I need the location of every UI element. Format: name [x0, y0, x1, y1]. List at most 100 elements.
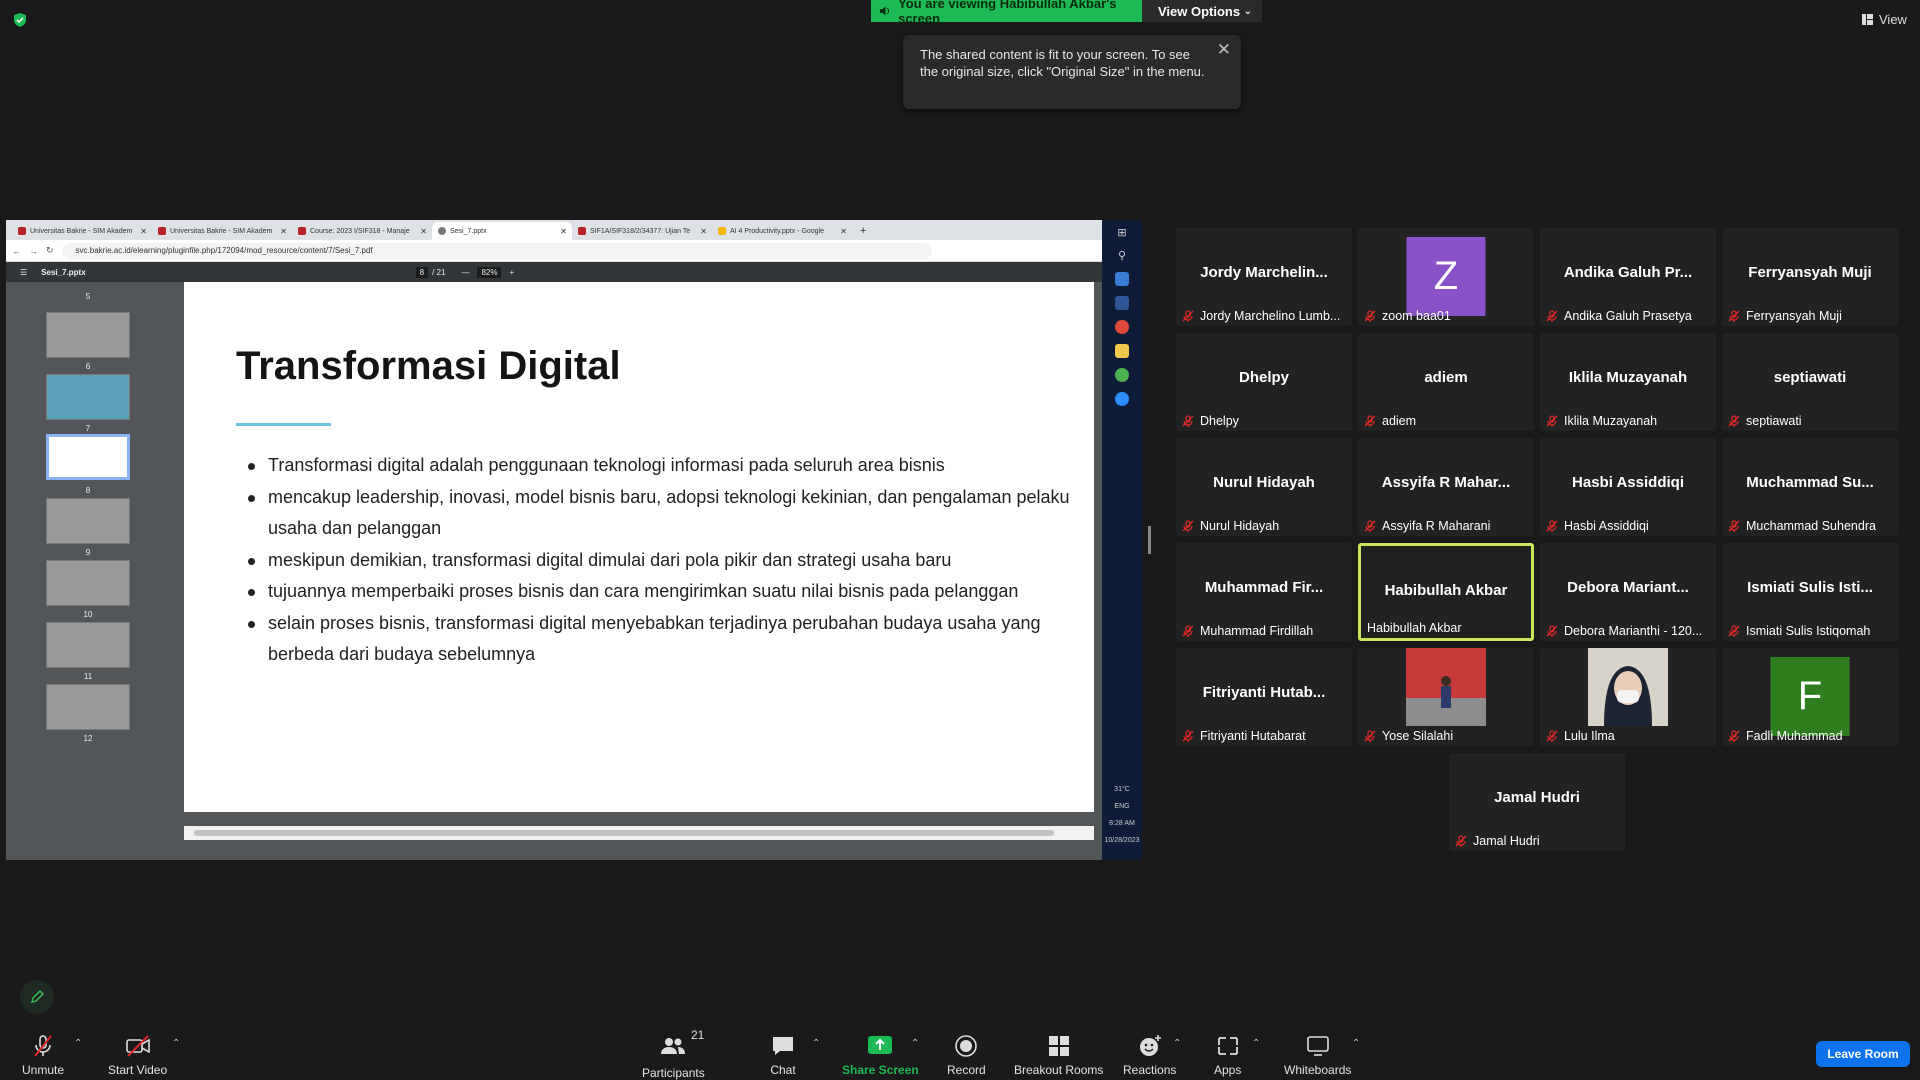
participant-tile[interactable]: Debora Mariant... Debora Marianthi - 120.…: [1540, 543, 1716, 641]
chrome-icon[interactable]: [1115, 320, 1129, 334]
close-icon[interactable]: ✕: [280, 227, 287, 236]
participant-tile[interactable]: adiem adiem: [1358, 333, 1534, 431]
close-icon[interactable]: ✕: [560, 227, 567, 236]
slide-thumbnail[interactable]: [46, 498, 130, 544]
browser-tab[interactable]: SIF1A/SIF318/2/34377: Ujian Te ✕: [572, 222, 712, 240]
chrome-icon[interactable]: [1115, 368, 1129, 382]
favicon-icon: [578, 227, 586, 235]
chevron-up-icon[interactable]: ⌃: [1352, 1038, 1360, 1049]
close-icon[interactable]: ✕: [700, 227, 707, 236]
search-icon[interactable]: ⚲: [1118, 249, 1126, 262]
participant-tile[interactable]: Ferryansyah Muji Ferryansyah Muji: [1722, 228, 1898, 326]
forward-icon[interactable]: →: [29, 246, 38, 256]
chevron-up-icon[interactable]: ⌃: [172, 1038, 180, 1049]
chevron-up-icon[interactable]: ⌃: [1252, 1038, 1260, 1049]
leave-room-button[interactable]: Leave Room: [1816, 1041, 1910, 1067]
participant-tile[interactable]: Ismiati Sulis Isti... Ismiati Sulis Istiq…: [1722, 543, 1898, 641]
page-input[interactable]: 8: [415, 266, 429, 278]
scrollbar-thumb[interactable]: [194, 830, 1054, 836]
participant-tile[interactable]: Yose Silalahi: [1358, 648, 1534, 746]
record-label: Record: [947, 1063, 986, 1077]
slide-thumbnail[interactable]: [46, 374, 130, 420]
participant-name-label: Ferryansyah Muji: [1728, 309, 1842, 323]
slide-thumbnail[interactable]: [46, 312, 130, 358]
windows-start-icon[interactable]: ⊞: [1117, 226, 1126, 239]
word-icon[interactable]: [1115, 296, 1129, 310]
menu-icon[interactable]: ☰: [20, 268, 27, 277]
participant-tile[interactable]: F Fadli Muhammad: [1722, 648, 1898, 746]
chevron-up-icon[interactable]: ⌃: [74, 1038, 82, 1049]
annotate-button[interactable]: [20, 980, 54, 1014]
participant-tile-active-speaker[interactable]: Habibullah Akbar Habibullah Akbar: [1358, 543, 1534, 641]
microphone-muted-icon: [1455, 835, 1467, 847]
slide-thumbnail[interactable]: [46, 560, 130, 606]
chevron-up-icon[interactable]: ⌃: [1173, 1038, 1181, 1049]
participant-tile[interactable]: Nurul Hidayah Nurul Hidayah: [1176, 438, 1352, 536]
apps-button[interactable]: Apps: [1214, 1034, 1241, 1077]
thumbnail-number: 7: [85, 424, 91, 433]
slide-thumbnail[interactable]: [46, 622, 130, 668]
browser-tab[interactable]: Universitas Bakrie - SIM Akadem ✕: [12, 222, 152, 240]
tab-label: Sesi_7.pptx: [450, 227, 487, 235]
participant-tile[interactable]: Lulu Ilma: [1540, 648, 1716, 746]
new-tab-button[interactable]: +: [852, 225, 874, 240]
slide-thumbnail[interactable]: [46, 684, 130, 730]
microphone-muted-icon: [1182, 730, 1194, 742]
close-icon[interactable]: ✕: [1217, 41, 1231, 58]
close-icon[interactable]: ✕: [840, 227, 847, 236]
start-video-button[interactable]: Start Video: [108, 1034, 167, 1077]
back-icon[interactable]: ←: [12, 246, 21, 256]
browser-tab[interactable]: AI 4 Productivity.pptx - Google ✕: [712, 222, 852, 240]
participant-tile[interactable]: Jamal Hudri Jamal Hudri: [1449, 753, 1625, 851]
language-indicator[interactable]: ENG: [1114, 803, 1129, 810]
url-bar[interactable]: svc.bakrie.ac.id/elearning/pluginfile.ph…: [61, 242, 932, 259]
participants-button[interactable]: 21 Participants: [642, 1028, 705, 1080]
participant-tile[interactable]: Hasbi Assiddiqi Hasbi Assiddiqi: [1540, 438, 1716, 536]
gallery-resize-handle[interactable]: [1148, 526, 1151, 554]
participant-label-text: adiem: [1382, 414, 1417, 428]
chat-button[interactable]: Chat: [770, 1034, 796, 1077]
participant-tile[interactable]: septiawati septiawati: [1722, 333, 1898, 431]
participant-name-label: Debora Marianthi - 120...: [1546, 624, 1702, 638]
reload-icon[interactable]: ↻: [46, 245, 54, 256]
view-options-button[interactable]: View Options ⌄: [1142, 0, 1262, 22]
participant-name-label: Fitriyanti Hutabarat: [1182, 729, 1306, 743]
record-button[interactable]: Record: [947, 1034, 986, 1077]
whiteboard-icon: [1306, 1036, 1329, 1056]
participant-tile[interactable]: Andika Galuh Pr... Andika Galuh Prasetya: [1540, 228, 1716, 326]
folder-icon[interactable]: [1115, 344, 1129, 358]
browser-tab[interactable]: Course: 2023 I/SIF318 - Manaje ✕: [292, 222, 432, 240]
browser-tab-active[interactable]: Sesi_7.pptx ✕: [432, 222, 572, 240]
close-icon[interactable]: ✕: [420, 227, 427, 236]
reactions-icon: [1139, 1035, 1161, 1056]
favicon-icon: [158, 227, 166, 235]
shield-icon[interactable]: [12, 12, 28, 28]
reactions-button[interactable]: Reactions: [1123, 1034, 1176, 1077]
slide-thumbnail-selected[interactable]: [46, 434, 130, 480]
chevron-down-icon: ⌄: [1243, 5, 1252, 17]
share-screen-button[interactable]: Share Screen: [842, 1034, 919, 1077]
participant-tile[interactable]: Dhelpy Dhelpy: [1176, 333, 1352, 431]
participant-tile[interactable]: Assyifa R Mahar... Assyifa R Maharani: [1358, 438, 1534, 536]
breakout-rooms-button[interactable]: Breakout Rooms: [1014, 1034, 1103, 1077]
participant-tile[interactable]: Muhammad Fir... Muhammad Firdillah: [1176, 543, 1352, 641]
chevron-up-icon[interactable]: ⌃: [812, 1038, 820, 1049]
whiteboards-button[interactable]: Whiteboards: [1284, 1034, 1351, 1077]
zoom-icon[interactable]: [1115, 392, 1129, 406]
chevron-up-icon[interactable]: ⌃: [911, 1038, 919, 1049]
participant-tile[interactable]: Jordy Marchelin... Jordy Marchelino Lumb.…: [1176, 228, 1352, 326]
participant-tile[interactable]: Zzoom baa01: [1358, 228, 1534, 326]
participant-tile[interactable]: Muchammad Su... Muchammad Suhendra: [1722, 438, 1898, 536]
view-button[interactable]: View: [1862, 12, 1907, 27]
grid-view-icon: [1862, 14, 1873, 25]
zoom-in-icon[interactable]: +: [509, 268, 514, 277]
participant-tile[interactable]: Fitriyanti Hutab... Fitriyanti Hutabarat: [1176, 648, 1352, 746]
close-icon[interactable]: ✕: [140, 227, 147, 236]
zoom-out-icon[interactable]: —: [461, 268, 469, 277]
participant-display-name: Muchammad Su...: [1746, 474, 1874, 491]
participant-tile[interactable]: Iklila Muzayanah Iklila Muzayanah: [1540, 333, 1716, 431]
zoom-input[interactable]: 82%: [477, 266, 502, 278]
unmute-button[interactable]: Unmute: [22, 1034, 64, 1077]
app-icon[interactable]: [1115, 272, 1129, 286]
browser-tab[interactable]: Universitas Bakrie - SIM Akadem ✕: [152, 222, 292, 240]
